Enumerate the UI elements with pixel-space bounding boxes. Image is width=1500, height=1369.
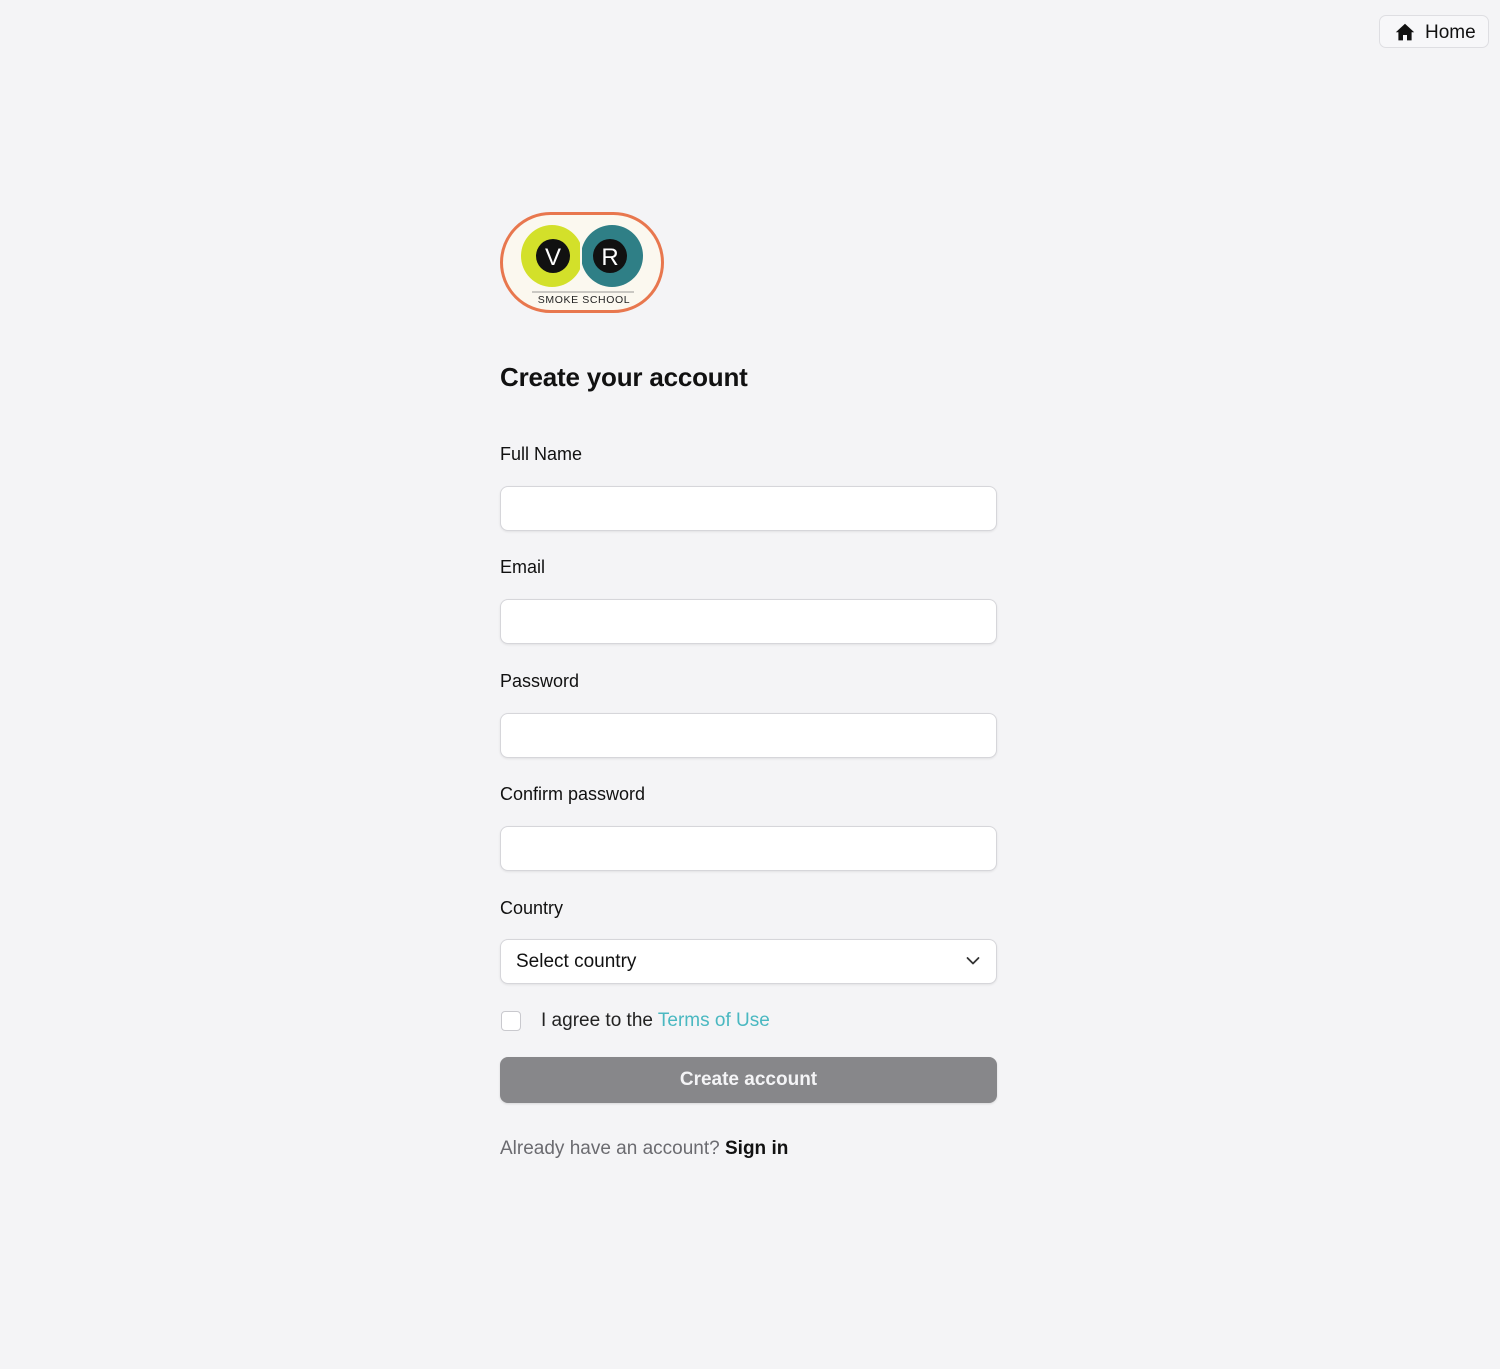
logo-caption: SMOKE SCHOOL [538, 294, 630, 306]
terms-of-use-link[interactable]: Terms of Use [658, 1010, 770, 1031]
terms-agreement-text: I agree to the [541, 1010, 658, 1031]
logo-letter-v: V [545, 244, 561, 271]
home-button-label: Home [1425, 22, 1476, 43]
signin-prompt-text: Already have an account? [500, 1138, 725, 1159]
password-label: Password [500, 671, 580, 691]
vr-smoke-school-logo: V R SMOKE SCHOOL [500, 212, 664, 313]
signin-prompt: Already have an account? Sign in [500, 1138, 788, 1160]
terms-checkbox[interactable] [501, 1011, 521, 1031]
password-input[interactable] [500, 713, 997, 758]
sign-in-link[interactable]: Sign in [725, 1138, 788, 1159]
home-icon [1395, 23, 1415, 41]
create-account-button[interactable]: Create account [500, 1057, 997, 1103]
home-button[interactable]: Home [1379, 15, 1489, 48]
confirm-password-label: Confirm password [500, 784, 646, 804]
page-title: Create your account [500, 362, 748, 392]
chevron-down-icon [966, 957, 980, 965]
country-label: Country [500, 898, 564, 918]
email-input[interactable] [500, 599, 997, 644]
country-select-value: Select country [516, 951, 637, 972]
country-select[interactable]: Select country [500, 939, 997, 984]
full-name-input[interactable] [500, 486, 997, 531]
confirm-password-input[interactable] [500, 826, 997, 871]
terms-agreement: I agree to the Terms of Use [541, 1010, 770, 1032]
full-name-label: Full Name [500, 444, 583, 464]
email-label: Email [500, 557, 546, 577]
logo-letter-r: R [601, 244, 618, 271]
